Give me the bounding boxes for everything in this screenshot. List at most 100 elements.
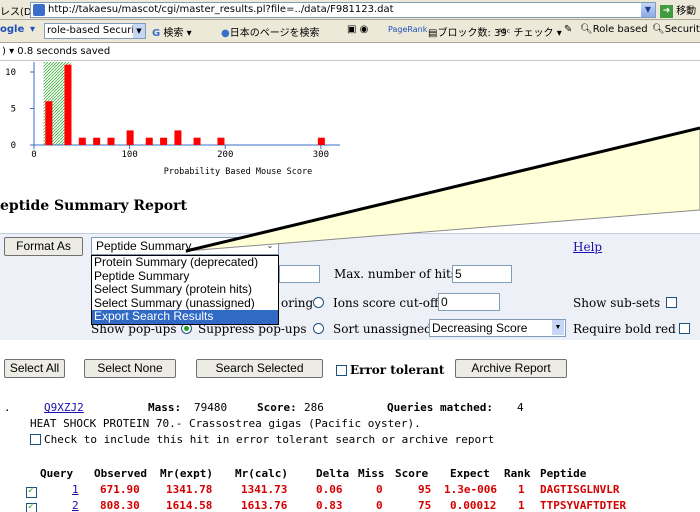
include-hit-checkbox[interactable] xyxy=(30,434,41,445)
histogram-bar-5 xyxy=(126,130,134,145)
col-expect: Expect xyxy=(450,467,490,480)
show-subsets-checkbox[interactable] xyxy=(666,297,677,308)
query-link[interactable]: 1 xyxy=(72,483,79,496)
histogram-bar-7 xyxy=(160,137,168,145)
x-tick-label-100: 100 xyxy=(121,150,137,160)
histogram-bar-4 xyxy=(107,137,115,145)
sort-unassigned-value: Decreasing Score xyxy=(432,321,528,335)
help-link[interactable]: Help xyxy=(573,240,602,254)
status-text: 0.8 seconds saved xyxy=(17,46,111,57)
role-based-button[interactable]: 🔍︎Role based xyxy=(580,24,648,35)
col-mr-calc: Mr(calc) xyxy=(235,467,288,480)
score-histogram: 0 100 200 300 0 5 10 Probability Based Mouse S… xyxy=(5,62,340,177)
col-score: Score xyxy=(395,467,429,480)
histogram-bar-0 xyxy=(45,101,53,145)
mass-label: Mass: xyxy=(148,401,182,414)
histogram-bar-3 xyxy=(93,137,101,145)
show-subsets-label: Show sub-sets xyxy=(573,296,661,310)
suppress-popups-radio[interactable] xyxy=(313,323,324,334)
col-query: Query xyxy=(40,467,74,480)
search-japanese-button[interactable]: ●日本のページを検索 xyxy=(221,24,320,39)
histogram-bar-11 xyxy=(317,137,325,145)
max-hits-label: Max. number of hits xyxy=(334,267,458,281)
url-field[interactable]: http://takaesu/mascot/cgi/master_results… xyxy=(30,2,656,18)
format-option-protein-summary[interactable]: Protein Summary (deprecated) xyxy=(92,255,278,270)
x-tick-label-300: 300 xyxy=(313,150,329,160)
query-link[interactable]: 2 xyxy=(72,499,79,512)
chevron-down-icon: ▼ xyxy=(552,320,564,335)
hidden-field[interactable] xyxy=(279,265,320,283)
query-checkbox[interactable] xyxy=(26,501,37,512)
format-selected-value: Peptide Summary xyxy=(96,239,192,253)
page-icon xyxy=(33,4,45,16)
info-icon[interactable]: ▣ ◉ xyxy=(347,24,368,35)
max-hits-input[interactable]: 5 xyxy=(452,265,512,283)
select-none-button[interactable]: Select None xyxy=(84,359,176,378)
hit-accession-link[interactable]: Q9XZJ2 xyxy=(44,401,84,414)
require-bold-red-checkbox[interactable] xyxy=(679,323,690,334)
format-option-select-unassigned[interactable]: Select Summary (unassigned) xyxy=(92,296,278,311)
format-option-export-search-results[interactable]: Export Search Results xyxy=(92,310,278,324)
include-hit-label: Check to include this hit in error toler… xyxy=(44,433,495,446)
error-tolerant-checkbox[interactable] xyxy=(336,365,347,376)
format-option-peptide-summary[interactable]: Peptide Summary xyxy=(92,269,278,284)
security-button[interactable]: 🔍︎Security xyxy=(652,24,700,35)
x-axis-label: Probability Based Mouse Score xyxy=(164,167,312,177)
status-prefix: ) ▾ xyxy=(2,46,18,57)
toolbar-search-input[interactable]: role-based Security ▼ xyxy=(44,23,146,39)
format-dropdown-menu[interactable]: Protein Summary (deprecated) Peptide Sum… xyxy=(91,255,279,325)
search-button[interactable]: G 検索 ▾ xyxy=(152,24,192,39)
ions-cutoff-input[interactable]: 0 xyxy=(438,293,500,311)
highlight-icon[interactable]: ✎ xyxy=(564,24,572,35)
y-tick-label-0: 0 xyxy=(11,141,16,151)
ions-cutoff-label: Ions score cut-off xyxy=(333,296,439,310)
hit-bullet: . xyxy=(4,401,11,414)
scoring-radio[interactable] xyxy=(313,297,324,308)
col-peptide: Peptide xyxy=(540,467,587,480)
google-logo[interactable]: ogle xyxy=(0,24,24,35)
status-line: ) ▾ 0.8 seconds saved xyxy=(0,43,700,61)
hit-description: HEAT SHOCK PROTEIN 70.- Crassostrea giga… xyxy=(30,417,421,430)
format-as-button[interactable]: Format As xyxy=(4,237,83,256)
format-option-select-protein-hits[interactable]: Select Summary (protein hits) xyxy=(92,283,278,297)
histogram-bar-10 xyxy=(217,137,225,145)
url-dropdown-icon[interactable]: ▼ xyxy=(641,3,655,17)
queries-matched-label: Queries matched: xyxy=(387,401,493,414)
block-count[interactable]: ▤ブロック数: 39 xyxy=(428,24,507,39)
url-text: http://takaesu/mascot/cgi/master_results… xyxy=(48,4,394,15)
go-label: 移動 xyxy=(676,6,697,17)
search-selected-button[interactable]: Search Selected xyxy=(196,359,323,378)
scoring-label: oring xyxy=(281,296,314,310)
histogram-bar-1 xyxy=(64,64,72,145)
histogram-bar-2 xyxy=(78,137,86,145)
error-tolerant-label: Error tolerant xyxy=(350,363,445,377)
go-button[interactable]: ➜ 移動 xyxy=(660,2,700,18)
score-value: 286 xyxy=(304,401,324,414)
chevron-down-icon: ⌄ xyxy=(266,241,274,250)
require-bold-red-label: Require bold red xyxy=(573,322,676,336)
y-tick-label-5: 5 xyxy=(11,105,16,115)
x-tick-label-0: 0 xyxy=(31,150,36,160)
table-row: 2 808.30 1614.58 1613.76 0.83 0 75 0.000… xyxy=(20,499,626,512)
histogram-bar-8 xyxy=(174,130,182,145)
go-arrow-icon: ➜ xyxy=(660,4,673,18)
y-tick-label-10: 10 xyxy=(5,68,16,78)
sort-unassigned-select[interactable]: Decreasing Score ▼ xyxy=(429,319,566,337)
col-observed: Observed xyxy=(94,467,147,480)
histogram-bar-9 xyxy=(193,137,201,145)
search-dropdown-icon[interactable]: ▼ xyxy=(133,24,145,38)
query-checkbox[interactable] xyxy=(26,485,37,498)
sort-unassigned-label: Sort unassigned xyxy=(333,322,432,336)
col-mr-expt: Mr(expt) xyxy=(160,467,213,480)
select-all-button[interactable]: Select All xyxy=(4,359,65,378)
x-tick-label-200: 200 xyxy=(217,150,233,160)
pagerank-label[interactable]: PageRank xyxy=(388,25,427,34)
spellcheck-button[interactable]: ᴬᴮᶜ チェック ▾ xyxy=(498,24,562,39)
format-select[interactable]: Peptide Summary ⌄ xyxy=(91,237,279,255)
table-row: 1 671.90 1341.78 1341.73 0.06 0 95 1.3e-… xyxy=(20,483,619,499)
archive-report-button[interactable]: Archive Report xyxy=(455,359,567,378)
address-bar: レス(D) http://takaesu/mascot/cgi/master_r… xyxy=(0,0,700,20)
page-title: eptide Summary Report xyxy=(0,198,187,214)
google-menu-icon[interactable]: ▾ xyxy=(30,24,35,35)
col-delta: Delta xyxy=(316,467,350,480)
